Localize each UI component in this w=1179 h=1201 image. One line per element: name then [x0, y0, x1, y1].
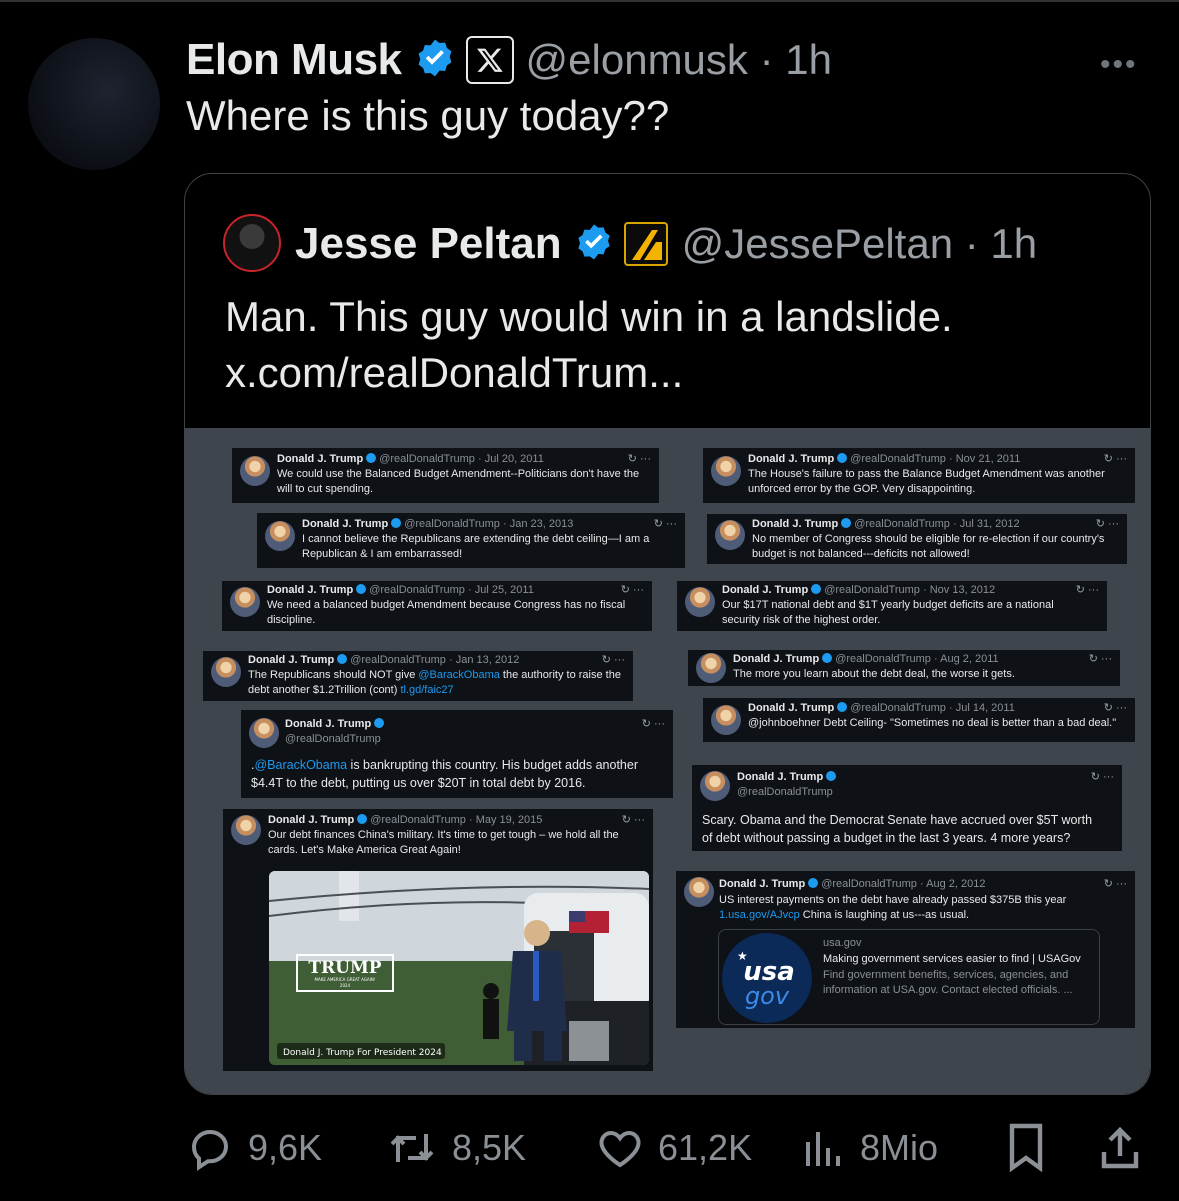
tweet-actions-icon: ↻ ···: [620, 584, 644, 596]
link-card: ★ usa gov usa.gov Making government serv…: [718, 929, 1100, 1025]
tweet-actions-icon: ↻ ···: [1103, 878, 1127, 890]
reply-count: 9,6K: [248, 1127, 323, 1168]
embedded-tweet: Donald J. Trump @realDonaldTrump · May 19…: [223, 809, 653, 1071]
svg-text:gov: gov: [745, 982, 790, 1010]
views-button[interactable]: 8Mio: [802, 1118, 938, 1178]
avatar: [249, 718, 279, 748]
avatar: [685, 587, 715, 617]
tweet-actions-icon: ↻ ···: [1103, 453, 1127, 465]
post-header: Elon Musk @elonmusk · 1h: [186, 32, 832, 88]
x-affiliation-icon[interactable]: [465, 36, 514, 84]
verified-badge-icon: [366, 453, 377, 463]
avatar: [711, 456, 741, 486]
avatar: [715, 520, 745, 550]
verified-badge-icon[interactable]: [414, 37, 456, 84]
author-handle[interactable]: @elonmusk · 1h: [526, 36, 832, 84]
avatar: [240, 456, 270, 486]
affiliation-logo-icon[interactable]: [623, 222, 668, 266]
avatar: [696, 653, 726, 683]
heart-icon: [599, 1130, 641, 1168]
tweet-actions-icon: ↻ ···: [1095, 518, 1119, 530]
post-time: 1h: [785, 36, 832, 83]
usagov-logo-icon: ★ usa gov: [722, 933, 812, 1023]
tweet-actions-icon: ↻ ···: [1088, 653, 1112, 665]
quoted-link[interactable]: x.com/realDonaldTrum...: [225, 345, 953, 401]
views-chart-icon: [806, 1132, 840, 1166]
embedded-tweet: Donald J. Trump @realDonaldTrump ↻ ··· Sc…: [692, 765, 1122, 851]
tweet-actions-icon: ↻ ···: [621, 814, 645, 826]
verified-badge-icon: [337, 654, 348, 664]
share-icon: [1101, 1126, 1139, 1169]
avatar: [230, 587, 260, 617]
embedded-tweet: Donald J. Trump @realDonaldTrump · Jul 14…: [703, 698, 1135, 742]
quoted-author-name[interactable]: Jesse Peltan: [295, 219, 562, 269]
embedded-tweet: Donald J. Trump @realDonaldTrump ↻ ··· .@…: [241, 710, 673, 798]
more-options-icon[interactable]: •••: [1100, 48, 1138, 82]
embedded-tweet: Donald J. Trump @realDonaldTrump · Jul 25…: [222, 581, 652, 631]
share-button[interactable]: [1098, 1118, 1156, 1178]
reply-button[interactable]: 9,6K: [186, 1118, 322, 1178]
views-count: 8Mio: [860, 1127, 939, 1168]
embedded-tweet: Donald J. Trump @realDonaldTrump · Nov 21…: [703, 448, 1135, 503]
avatar: [700, 771, 730, 801]
tweet-actions-icon: ↻ ···: [1075, 584, 1099, 596]
embedded-tweet: Donald J. Trump @realDonaldTrump · Jul 31…: [707, 514, 1127, 564]
verified-badge-icon: [837, 702, 848, 712]
top-divider: [0, 0, 1179, 2]
embedded-tweet: Donald J. Trump @realDonaldTrump · Nov 13…: [677, 581, 1107, 631]
repost-count: 8,5K: [452, 1127, 527, 1168]
tweet-actions-icon: ↻ ···: [1090, 771, 1114, 783]
tweet-actions-icon: ↻ ···: [601, 654, 625, 666]
post-text: Where is this guy today??: [186, 92, 670, 139]
svg-text:MAKE AMERICA GREAT AGAIN!: MAKE AMERICA GREAT AGAIN!: [315, 977, 376, 982]
verified-badge-icon[interactable]: [574, 222, 614, 267]
verified-badge-icon: [837, 453, 848, 463]
action-bar: 9,6K 8,5K 61,2K 8Mio: [186, 1118, 1146, 1178]
embedded-tweet: Donald J. Trump @realDonaldTrump · Aug 2,…: [676, 871, 1135, 1028]
trump-sign-text: TRUMP: [308, 958, 381, 978]
avatar: [231, 815, 261, 845]
embedded-tweet: Donald J. Trump @realDonaldTrump · Jul 20…: [232, 448, 659, 503]
quoted-text: Man. This guy would win in a landslide. …: [225, 289, 953, 401]
tweet-actions-icon: ↻ ···: [1103, 702, 1127, 714]
media-image[interactable]: Donald J. Trump @realDonaldTrump · Jul 20…: [185, 428, 1150, 1094]
verified-badge-icon: [822, 653, 833, 663]
svg-text:2024: 2024: [340, 983, 351, 988]
quoted-post[interactable]: Jesse Peltan @JessePeltan · 1h Man. This…: [184, 173, 1151, 1095]
repost-icon: [390, 1134, 434, 1162]
verified-badge-icon: [391, 518, 402, 528]
photo-caption: Donald J. Trump For President 2024: [283, 1048, 442, 1058]
verified-badge-icon: [356, 584, 367, 594]
author-name[interactable]: Elon Musk: [186, 35, 402, 85]
quoted-avatar[interactable]: [223, 214, 281, 272]
avatar[interactable]: [28, 38, 160, 170]
avatar: [265, 521, 295, 551]
verified-badge-icon: [811, 584, 822, 594]
quoted-text-line: Man. This guy would win in a landslide.: [225, 293, 953, 340]
verified-badge-icon: [374, 718, 385, 728]
avatar: [684, 877, 714, 907]
verified-badge-icon: [826, 771, 837, 781]
embedded-tweet: Donald J. Trump @realDonaldTrump · Jan 13…: [203, 651, 633, 701]
bookmark-button[interactable]: [1004, 1118, 1062, 1178]
avatar: [211, 657, 241, 687]
embedded-tweet: Donald J. Trump @realDonaldTrump · Aug 2,…: [688, 650, 1120, 686]
tweet-actions-icon: ↻ ···: [627, 453, 651, 465]
quoted-author-handle[interactable]: @JessePeltan · 1h: [682, 220, 1038, 268]
verified-badge-icon: [357, 814, 368, 824]
embedded-tweet: Donald J. Trump @realDonaldTrump · Jan 23…: [257, 513, 685, 568]
verified-badge-icon: [808, 878, 819, 888]
campaign-photo: TRUMP MAKE AMERICA GREAT AGAIN! 2024 Don…: [269, 871, 649, 1065]
repost-button[interactable]: 8,5K: [386, 1118, 526, 1178]
like-count: 61,2K: [658, 1127, 753, 1168]
tweet-actions-icon: ↻ ···: [653, 518, 677, 530]
quoted-header: Jesse Peltan @JessePeltan · 1h: [295, 214, 1037, 274]
reply-icon: [191, 1129, 229, 1171]
avatar: [711, 705, 741, 735]
bookmark-icon: [1009, 1123, 1043, 1173]
tweet-actions-icon: ↻ ···: [641, 718, 665, 730]
like-button[interactable]: 61,2K: [596, 1118, 752, 1178]
quoted-time: 1h: [990, 220, 1038, 267]
verified-badge-icon: [841, 518, 852, 528]
